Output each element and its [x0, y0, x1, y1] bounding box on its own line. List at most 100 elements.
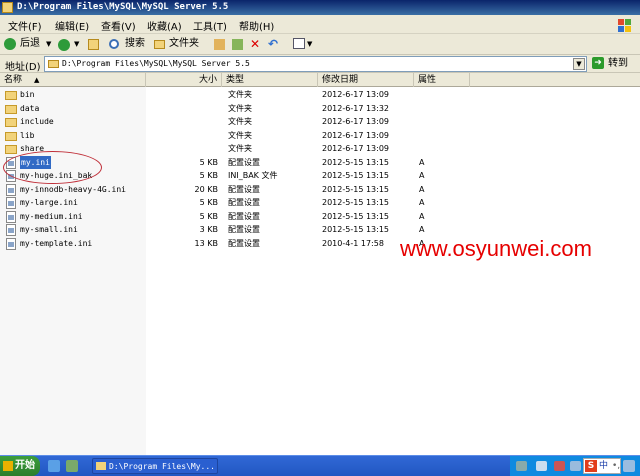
- window-title: D:\Program Files\MySQL\MySQL Server 5.5: [17, 2, 229, 12]
- file-row[interactable]: my-medium.ini 5 KB 配置设置 2012-5-15 13:15 A: [0, 210, 640, 224]
- address-input[interactable]: D:\Program Files\MySQL\MySQL Server 5.5 …: [44, 56, 587, 72]
- file-type: 配置设置: [228, 198, 260, 207]
- file-name: my-medium.ini: [20, 211, 83, 221]
- config-file-icon: [6, 197, 16, 209]
- go-label: 转到: [608, 58, 628, 69]
- go-button[interactable]: ➜ 转到: [590, 56, 634, 72]
- file-row[interactable]: data 文件夹 2012-6-17 13:32: [0, 102, 640, 116]
- ie-icon[interactable]: [48, 460, 60, 472]
- file-type: 配置设置: [228, 225, 260, 234]
- config-file-icon: [6, 183, 16, 196]
- taskbar-item-explorer[interactable]: D:\Program Files\My...: [92, 458, 218, 474]
- file-name: include: [20, 117, 54, 126]
- copy-to-icon[interactable]: [232, 39, 243, 50]
- move-to-icon[interactable]: [214, 39, 225, 50]
- watermark: www.osyunwei.com: [400, 236, 592, 261]
- search-label: 搜索: [125, 38, 145, 49]
- column-attributes[interactable]: 属性: [414, 73, 470, 87]
- column-modified[interactable]: 修改日期: [318, 73, 414, 87]
- address-path: D:\Program Files\MySQL\MySQL Server 5.5: [62, 59, 250, 68]
- sort-ascending-icon: ▲: [34, 76, 40, 84]
- explorer-window: D:\Program Files\MySQL\MySQL Server 5.5 …: [0, 0, 640, 476]
- start-label: 开始: [15, 460, 35, 471]
- file-name: bin: [20, 90, 35, 99]
- menu-favorites[interactable]: 收藏(A): [147, 18, 182, 33]
- file-row[interactable]: include 文件夹 2012-6-17 13:09: [0, 115, 640, 129]
- file-modified: 2012-5-15 13:15: [322, 171, 389, 180]
- address-dropdown-icon[interactable]: ▼: [573, 58, 585, 70]
- title-bar[interactable]: D:\Program Files\MySQL\MySQL Server 5.5: [0, 0, 640, 15]
- search-icon: [109, 39, 119, 49]
- menu-view[interactable]: 查看(V): [101, 18, 136, 33]
- menu-help[interactable]: 帮助(H): [239, 18, 274, 33]
- ime-indicator[interactable]: S 中 •,: [583, 458, 621, 474]
- file-attributes: A: [419, 211, 425, 221]
- file-type: 配置设置: [228, 157, 260, 167]
- folders-button[interactable]: 文件夹: [154, 36, 204, 52]
- windows-logo-icon: [3, 461, 13, 471]
- menu-tools[interactable]: 工具(T): [193, 18, 227, 33]
- file-modified: 2012-5-15 13:15: [322, 157, 389, 167]
- file-row[interactable]: my-innodb-heavy-4G.ini 20 KB 配置设置 2012-5-15…: [0, 183, 640, 197]
- address-label: 地址(D): [5, 62, 41, 73]
- tray-monitor-icon[interactable]: [623, 460, 635, 472]
- menu-file[interactable]: 文件(F): [8, 18, 42, 33]
- folders-label: 文件夹: [169, 38, 199, 49]
- ime-mode-label: 中: [599, 461, 609, 471]
- folder-icon: [5, 91, 17, 100]
- folder-icon: [5, 104, 17, 114]
- file-modified: 2012-6-17 13:09: [322, 90, 389, 99]
- file-type: 配置设置: [228, 238, 260, 248]
- file-type: 文件夹: [228, 130, 252, 140]
- file-attributes: A: [419, 198, 425, 207]
- file-row[interactable]: my-large.ini 5 KB 配置设置 2012-5-15 13:15 A: [0, 196, 640, 210]
- address-bar: 地址(D) D:\Program Files\MySQL\MySQL Serve…: [0, 55, 640, 73]
- views-dropdown-icon[interactable]: ▼: [307, 36, 314, 52]
- undo-icon[interactable]: ↶: [268, 36, 280, 52]
- taskbar: 开始 D:\Program Files\My... S 中 •,: [0, 455, 640, 476]
- column-type[interactable]: 类型: [222, 73, 318, 87]
- start-button[interactable]: 开始: [0, 456, 40, 476]
- file-size: 5 KB: [199, 198, 218, 207]
- annotation-ellipse: [3, 151, 102, 184]
- search-button[interactable]: 搜索: [109, 36, 151, 52]
- menu-edit[interactable]: 编辑(E): [55, 18, 89, 33]
- file-modified: 2010-4-1 17:58: [322, 238, 384, 248]
- delete-icon[interactable]: ✕: [250, 36, 262, 52]
- folder-icon: [5, 145, 17, 154]
- file-size: 3 KB: [199, 225, 218, 234]
- file-type: 文件夹: [228, 144, 252, 153]
- network-icon[interactable]: [536, 461, 547, 471]
- security-icon[interactable]: [554, 461, 565, 471]
- up-folder-icon[interactable]: [88, 39, 99, 50]
- ime-punct-label: •,: [612, 461, 621, 471]
- file-type: 文件夹: [228, 103, 252, 113]
- folder-icon: [2, 2, 13, 13]
- back-arrow-icon: [4, 38, 16, 50]
- file-attributes: A: [419, 225, 425, 234]
- go-arrow-icon: ➜: [592, 57, 604, 69]
- file-name: my-small.ini: [20, 225, 78, 234]
- volume-icon[interactable]: [570, 461, 581, 471]
- column-size[interactable]: 大小: [146, 73, 222, 87]
- toolbar: 后退 ▼ ▼ 搜索 文件夹 ✕ ↶ ▼: [0, 34, 640, 55]
- file-attributes: A: [419, 157, 425, 167]
- file-modified: 2012-5-15 13:15: [322, 198, 389, 207]
- column-name[interactable]: 名称 ▲: [0, 73, 146, 87]
- file-modified: 2012-6-17 13:32: [322, 103, 389, 113]
- back-dropdown-icon[interactable]: ▼: [46, 36, 53, 52]
- file-name: data: [20, 103, 40, 113]
- file-row[interactable]: bin 文件夹 2012-6-17 13:09: [0, 88, 640, 102]
- forward-dropdown-icon[interactable]: ▼: [74, 36, 81, 52]
- file-modified: 2012-6-17 13:09: [322, 144, 389, 153]
- file-type: 文件夹: [228, 90, 252, 99]
- file-size: 5 KB: [199, 171, 218, 180]
- views-icon[interactable]: [293, 38, 305, 49]
- file-size: 5 KB: [199, 157, 218, 167]
- file-row[interactable]: my-small.ini 3 KB 配置设置 2012-5-15 13:15 A: [0, 223, 640, 237]
- show-desktop-icon[interactable]: [66, 460, 78, 472]
- file-attributes: A: [419, 184, 425, 194]
- forward-arrow-icon[interactable]: [58, 39, 70, 51]
- file-row[interactable]: share 文件夹 2012-6-17 13:09: [0, 142, 640, 156]
- file-row[interactable]: lib 文件夹 2012-6-17 13:09: [0, 129, 640, 143]
